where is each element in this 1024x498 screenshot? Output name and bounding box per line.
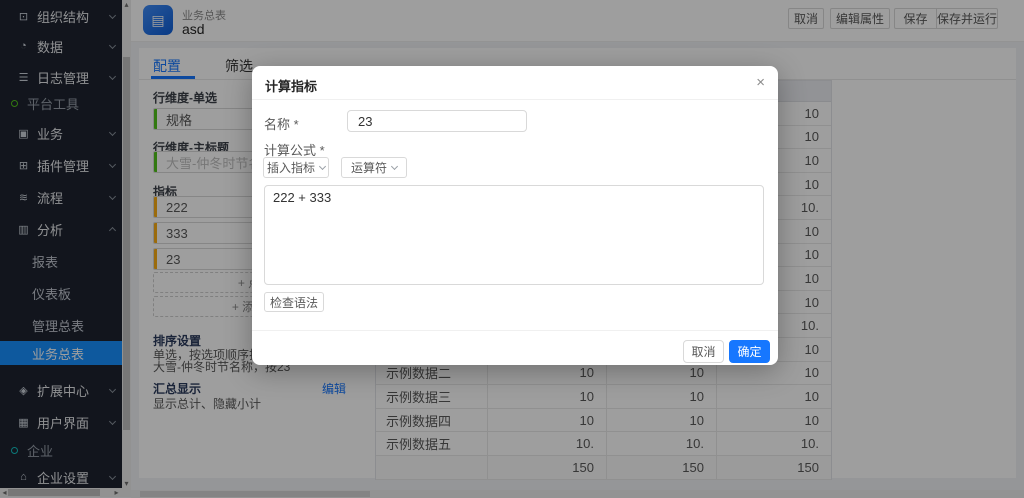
app-root: ⊡ 组织结构 ◔ 数据 ☰ 日志管理 平台工具 ▣ 业务 ⊞ 插件管理 xyxy=(0,0,1024,498)
chevron-down-icon xyxy=(391,162,398,169)
formula-textarea[interactable]: 222 + 333 xyxy=(264,185,764,285)
modal-cancel-button[interactable]: 取消 xyxy=(683,340,724,363)
modal-footer-divider xyxy=(252,330,778,331)
close-icon[interactable]: × xyxy=(756,74,765,91)
chevron-down-icon xyxy=(319,162,326,169)
calc-metric-modal: 计算指标 × 名称 * 23 计算公式 * 插入指标 运算符 222 + 333… xyxy=(252,66,778,365)
modal-ok-button[interactable]: 确定 xyxy=(729,340,770,363)
modal-header xyxy=(252,66,778,100)
check-syntax-button[interactable]: 检查语法 xyxy=(264,292,324,312)
modal-title: 计算指标 xyxy=(265,76,317,95)
insert-metric-dropdown[interactable]: 插入指标 xyxy=(263,157,329,178)
name-input[interactable]: 23 xyxy=(347,110,527,132)
operator-dropdown[interactable]: 运算符 xyxy=(341,157,407,178)
name-label: 名称 * xyxy=(264,114,299,133)
